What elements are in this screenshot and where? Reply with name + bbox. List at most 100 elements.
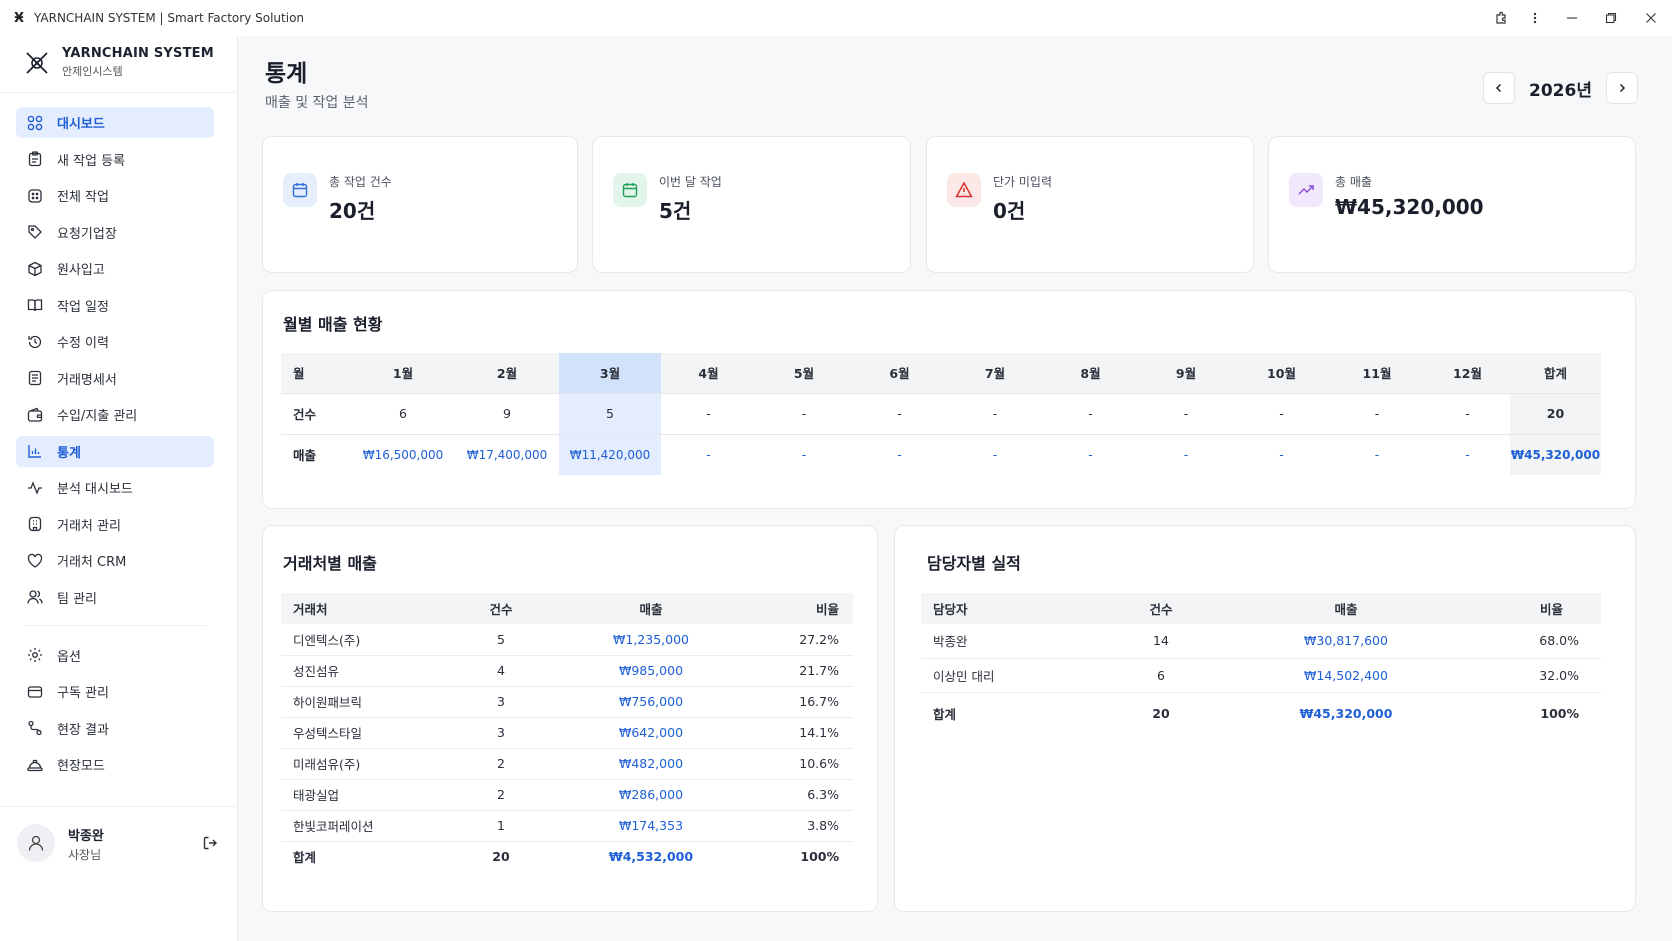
table-cell-total: ₩45,320,000 (1510, 434, 1601, 475)
table-cell: - (1329, 392, 1425, 435)
sidebar-item-label: 수입/지출 관리 (57, 409, 138, 424)
monthly-sales-card: 월별 매출 현황 월 1월 2월 3월 4월 5월 6월 7월 8월 9월 10… (262, 290, 1636, 509)
sidebar-item-options[interactable]: 옵션 (16, 640, 214, 671)
sidebar-item-field-mode[interactable]: 현장모드 (16, 749, 214, 780)
chart-icon (26, 442, 44, 460)
table-cell: 2 (451, 779, 551, 811)
sidebar-item-label: 팀 관리 (57, 591, 98, 607)
column-header: 7월 (947, 353, 1043, 393)
close-icon[interactable] (1630, 0, 1672, 36)
sidebar-item-new-task[interactable]: 새 작업 등록 (16, 144, 214, 175)
table-cell: 3.8% (751, 810, 853, 842)
table-row[interactable]: 디엔텍스(주) 5 ₩1,235,000 27.2% (281, 624, 853, 656)
logout-icon[interactable] (200, 833, 220, 853)
table-cell: ₩30,817,600 (1231, 624, 1461, 659)
trending-up-icon (1289, 173, 1323, 207)
table-cell: 100% (800, 849, 839, 865)
column-header: 11월 (1329, 353, 1425, 393)
client-name: 미래섬유(주) (281, 748, 451, 780)
table-cell: - (706, 447, 711, 463)
table-cell: 20 (492, 849, 510, 865)
card-icon (26, 683, 44, 701)
restore-icon[interactable] (1592, 0, 1630, 36)
divider (24, 624, 206, 626)
table-row[interactable]: 하이원패브릭 3 ₩756,000 16.7% (281, 686, 853, 718)
sidebar-item-label: 수정 이력 (57, 336, 109, 351)
card-title: 담당자별 실적 (927, 554, 1021, 573)
heart-icon (26, 552, 44, 570)
sidebar-item-all-tasks[interactable]: 전체 작업 (16, 180, 214, 211)
sidebar-item-label: 거래처 관리 (57, 518, 121, 534)
table-cell: - (1425, 392, 1510, 435)
table-cell: - (1138, 392, 1234, 435)
brand-name: YARNCHAIN SYSTEM (62, 46, 214, 61)
minimize-icon[interactable] (1552, 0, 1592, 36)
column-header: 매출 (551, 593, 751, 624)
card-title: 월별 매출 현황 (283, 315, 383, 334)
client-sales-card: 거래처별 매출 거래처 건수 매출 비율 디엔텍스(주) 5 ₩1,235,00… (262, 525, 878, 912)
table-cell: ₩482,000 (551, 748, 751, 780)
sidebar-item-analytics[interactable]: 분석 대시보드 (16, 472, 214, 503)
table-cell: ₩642,000 (551, 717, 751, 749)
wallet-icon (26, 406, 44, 424)
client-sales-table: 거래처 건수 매출 비율 디엔텍스(주) 5 ₩1,235,000 27.2% … (281, 593, 853, 872)
brand: YARNCHAIN SYSTEM 안제인시스템 (24, 46, 214, 79)
sidebar-item-requesters[interactable]: 요청기업장 (16, 217, 214, 248)
sidebar-item-team[interactable]: 팀 관리 (16, 582, 214, 613)
table-cell: 3 (451, 717, 551, 749)
table-row[interactable]: 미래섬유(주) 2 ₩482,000 10.6% (281, 748, 853, 780)
sidebar-item-statements[interactable]: 거래명세서 (16, 363, 214, 394)
table-cell: - (801, 447, 807, 463)
sidebar-item-clients[interactable]: 거래처 관리 (16, 509, 214, 540)
sidebar-item-schedule[interactable]: 작업 일정 (16, 290, 214, 321)
column-header: 1월 (351, 353, 455, 393)
table-cell: - (1234, 392, 1329, 435)
sidebar-item-label: 구독 관리 (57, 686, 109, 701)
table-row[interactable]: 한빛코퍼레이션 1 ₩174,353 3.8% (281, 810, 853, 842)
table-cell: 1 (451, 810, 551, 842)
sidebar-item-yarn-receipt[interactable]: 원사입고 (16, 253, 214, 284)
next-year-button[interactable] (1605, 72, 1638, 104)
sidebar-item-subscription[interactable]: 구독 관리 (16, 676, 214, 707)
client-name: 우성텍스타일 (281, 717, 451, 749)
table-cell: ₩45,320,000 (1299, 705, 1393, 721)
year-selector: 2026년 (1483, 72, 1638, 104)
column-header: 합계 (1510, 353, 1601, 393)
table-cell: 10.6% (751, 748, 853, 780)
table-row[interactable]: 이상민 대리 6 ₩14,502,400 32.0% (921, 658, 1601, 693)
table-total-row: 합계 20 ₩4,532,000 100% (281, 841, 853, 872)
sidebar-item-crm[interactable]: 거래처 CRM (16, 545, 214, 576)
chevron-right-icon (1619, 83, 1626, 93)
sidebar-item-income-expense[interactable]: 수입/지출 관리 (16, 399, 214, 430)
sidebar-item-statistics[interactable]: 통계 (16, 435, 214, 467)
stat-card-total-tasks: 총 작업 건수 20건 (262, 136, 578, 273)
monthly-sales-table: 월 1월 2월 3월 4월 5월 6월 7월 8월 9월 10월 11월 12월… (281, 353, 1601, 475)
sidebar-item-field-results[interactable]: 현장 결과 (16, 713, 214, 744)
column-header-current-month: 3월 (559, 353, 661, 393)
stat-card-total-sales: 총 매출 ₩45,320,000 (1268, 136, 1636, 273)
window-titlebar: Ӿ YARNCHAIN SYSTEM | Smart Factory Solut… (0, 0, 1672, 36)
activity-icon (26, 479, 44, 497)
sidebar-item-history[interactable]: 수정 이력 (16, 326, 214, 357)
window-title: YARNCHAIN SYSTEM | Smart Factory Solutio… (34, 11, 305, 25)
sidebar-item-dashboard[interactable]: 대시보드 (16, 107, 214, 138)
extension-icon[interactable] (1484, 0, 1518, 36)
more-vertical-icon[interactable] (1518, 0, 1552, 36)
divider (0, 92, 238, 93)
column-header: 8월 (1043, 353, 1138, 393)
prev-year-button[interactable] (1483, 72, 1515, 104)
row-header: 건수 (281, 392, 351, 435)
table-cell: - (1374, 447, 1380, 463)
user-role: 사장님 (68, 848, 102, 862)
table-cell: 5 (451, 624, 551, 656)
table-row[interactable]: 성진섬유 4 ₩985,000 21.7% (281, 655, 853, 687)
avatar[interactable] (17, 824, 55, 862)
table-cell: ₩286,000 (551, 779, 751, 811)
table-row[interactable]: 태광실업 2 ₩286,000 6.3% (281, 779, 853, 811)
column-header: 9월 (1138, 353, 1234, 393)
table-row[interactable]: 우성텍스타일 3 ₩642,000 14.1% (281, 717, 853, 749)
table-cell: 27.2% (751, 624, 853, 656)
column-header: 담당자 (921, 593, 1091, 624)
table-row[interactable]: 박종완 14 ₩30,817,600 68.0% (921, 624, 1601, 659)
table-cell: - (1088, 447, 1093, 463)
